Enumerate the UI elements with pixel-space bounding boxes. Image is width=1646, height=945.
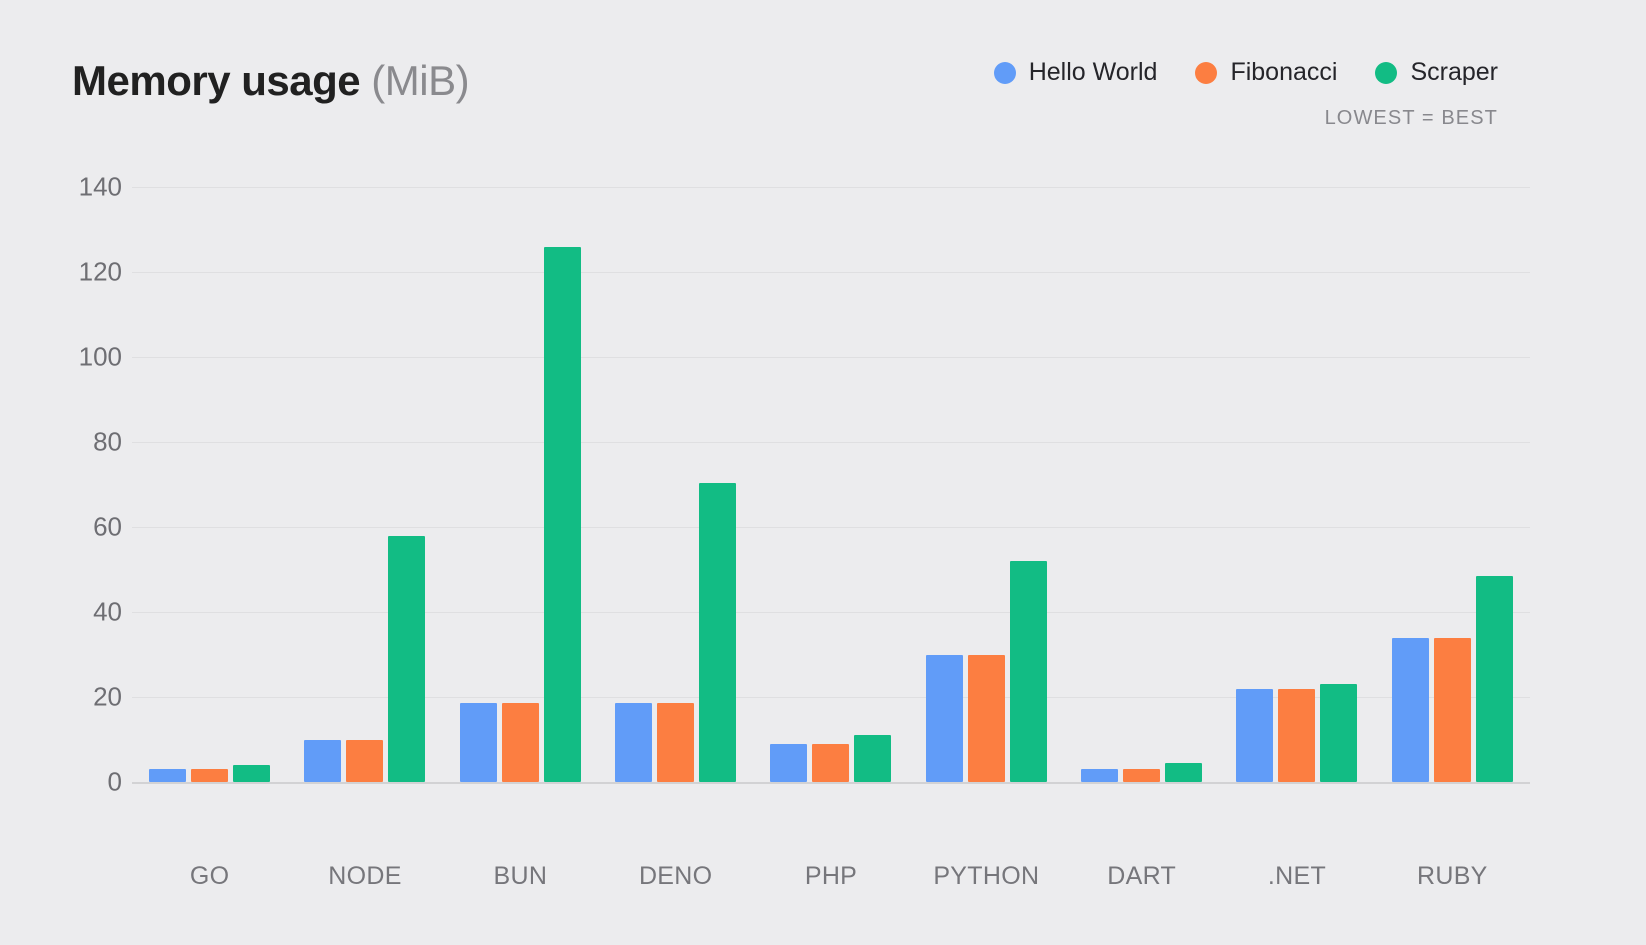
x-axis-tick-label: DART [1107, 862, 1177, 890]
x-axis-tick-label: BUN [493, 862, 548, 890]
x-axis-tick-label: NODE [328, 862, 402, 890]
x-axis-tick-label: .NET [1267, 862, 1327, 890]
x-axis-tick-label: PYTHON [933, 862, 1040, 890]
x-axis-labels: GO NODE BUN DENO PHP PYTHON DART .NET RUBY [0, 0, 1646, 945]
x-axis-tick-label: GO [189, 862, 230, 890]
x-axis-tick-label: PHP [804, 862, 858, 890]
chart-plot-area: 0 20 40 60 80 100 120 140 GO NODE BUN DENO PHP PYTHO… [0, 0, 1646, 945]
x-axis-tick-label: RUBY [1416, 862, 1488, 890]
chart-root: Memory usage (MiB) Hello World Fibonacci S… [0, 0, 1646, 945]
x-axis-tick-label: DENO [638, 862, 713, 890]
